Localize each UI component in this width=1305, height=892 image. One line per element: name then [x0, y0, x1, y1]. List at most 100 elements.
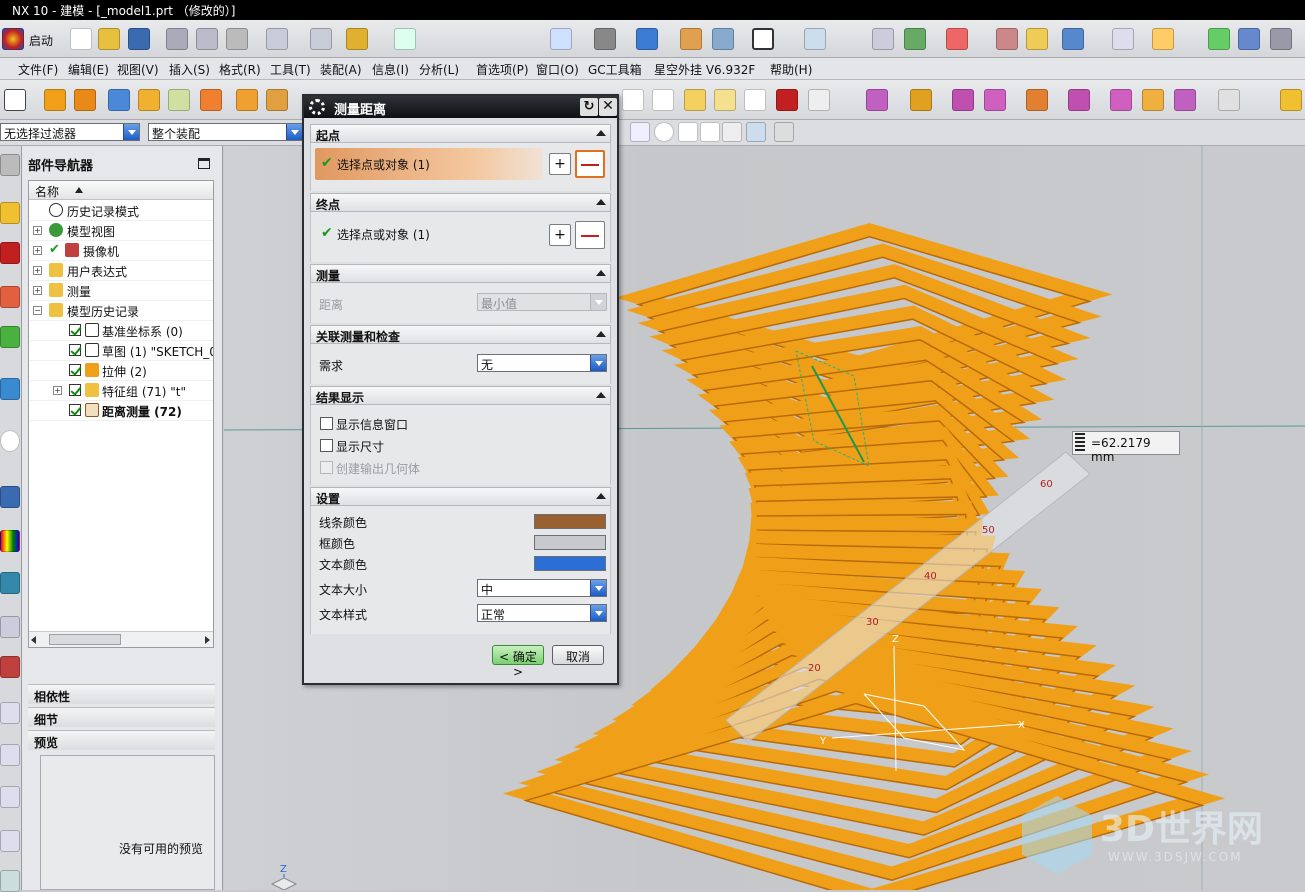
start-button[interactable]: 启动 — [2, 28, 64, 50]
component-icon-10[interactable] — [1218, 89, 1240, 111]
dependencies-section[interactable]: 相依性 — [28, 684, 215, 704]
visibility-checkbox[interactable] — [69, 384, 81, 396]
frame-color-swatch[interactable] — [534, 535, 606, 550]
settings-header[interactable]: 设置 — [310, 487, 611, 506]
layer-icon[interactable] — [872, 28, 894, 50]
expand-icon[interactable]: + — [53, 386, 62, 395]
component-icon-6[interactable] — [1068, 89, 1090, 111]
gear-icon[interactable] — [309, 99, 325, 115]
scroll-thumb[interactable] — [49, 634, 121, 645]
expand-icon[interactable]: + — [33, 246, 42, 255]
triangle-icon[interactable] — [622, 89, 644, 111]
table-icon[interactable] — [652, 89, 674, 111]
component-icon-1[interactable] — [866, 89, 888, 111]
tree-row[interactable]: + 特征组 (71) "t" — [29, 381, 213, 401]
tree-row[interactable]: + ✔ 摄像机 — [29, 241, 213, 261]
visibility-checkbox[interactable] — [69, 364, 81, 376]
expand-icon[interactable]: + — [33, 286, 42, 295]
system-materials-icon[interactable] — [0, 530, 20, 552]
measurement-readout[interactable]: =62.2179 mm — [1072, 431, 1180, 464]
wcs-icon[interactable] — [904, 28, 926, 50]
tree-row[interactable]: 拉伸 (2) — [29, 361, 213, 381]
start-point-header[interactable]: 起点 — [310, 124, 611, 143]
text-style-dropdown[interactable]: 正常 — [477, 604, 607, 622]
visibility-checkbox[interactable] — [69, 404, 81, 416]
menu-assembly[interactable]: 装配(A) — [320, 61, 362, 78]
manufacturing-wizard-icon[interactable] — [0, 656, 20, 678]
layout-icon-1[interactable] — [0, 702, 20, 724]
create-geom-checkbox[interactable] — [320, 461, 333, 474]
component-icon-7[interactable] — [1110, 89, 1132, 111]
web-browser-icon[interactable] — [0, 378, 20, 400]
shaded-icon[interactable] — [636, 28, 658, 50]
extrude-icon[interactable] — [44, 89, 66, 111]
menu-format[interactable]: 格式(R) — [219, 61, 261, 78]
history-icon[interactable] — [0, 430, 20, 452]
snap-point-icon[interactable] — [700, 122, 720, 142]
menu-plugin[interactable]: 星空外挂 V6.932F — [654, 61, 755, 78]
menu-window[interactable]: 窗口(O) — [536, 61, 579, 78]
assembly-navigator-icon[interactable] — [0, 202, 20, 224]
layout-icon-5[interactable] — [0, 870, 20, 892]
snap-point-icon[interactable] — [575, 150, 605, 178]
orient-icon[interactable] — [804, 28, 826, 50]
maximize-icon[interactable] — [198, 158, 210, 169]
menu-tools[interactable]: 工具(T) — [270, 61, 311, 78]
horizontal-scrollbar[interactable] — [29, 631, 213, 647]
point-dialog-icon[interactable]: + — [549, 153, 571, 175]
distance-dropdown[interactable]: 最小值 — [477, 293, 607, 311]
copy-icon[interactable] — [196, 28, 218, 50]
scroll-left-icon[interactable] — [31, 636, 36, 644]
window-icon[interactable] — [1270, 28, 1292, 50]
tree-row[interactable]: + 模型视图 — [29, 221, 213, 241]
fit-view-icon[interactable] — [550, 28, 572, 50]
block-icon[interactable] — [108, 89, 130, 111]
measure-header[interactable]: 测量 — [310, 264, 611, 283]
component-icon-3[interactable] — [952, 89, 974, 111]
check-icon[interactable] — [1208, 28, 1230, 50]
reuse-library-icon[interactable] — [0, 326, 20, 348]
selection-filter-dropdown[interactable]: 无选择过滤器 — [0, 123, 140, 141]
menu-preferences[interactable]: 首选项(P) — [476, 61, 529, 78]
line-color-swatch[interactable] — [534, 514, 606, 529]
unite-icon[interactable] — [200, 89, 222, 111]
requirement-dropdown[interactable]: 无 — [477, 354, 607, 372]
preview-section[interactable]: 预览 — [28, 730, 215, 750]
open-icon[interactable] — [98, 28, 120, 50]
tree-row[interactable]: − 模型历史记录 — [29, 301, 213, 321]
point-dialog-icon[interactable]: + — [549, 224, 571, 246]
part-navigator-icon[interactable] — [0, 286, 20, 308]
tree-row[interactable]: 距离测量 (72) — [29, 401, 213, 421]
undo-icon[interactable] — [266, 28, 288, 50]
tree-row[interactable]: 基准坐标系 (0) — [29, 321, 213, 341]
snap-quadrant-icon[interactable] — [678, 122, 698, 142]
sketch-icon[interactable] — [4, 89, 26, 111]
text-size-dropdown[interactable]: 中 — [477, 579, 607, 597]
show-info-checkbox[interactable] — [320, 417, 333, 430]
tree-row[interactable]: 历史记录模式 — [29, 201, 213, 221]
new-icon[interactable] — [70, 28, 92, 50]
role-icon[interactable] — [0, 572, 20, 594]
menu-gc-toolbox[interactable]: GC工具箱 — [588, 61, 642, 78]
component-icon-9[interactable] — [1174, 89, 1196, 111]
menu-analysis[interactable]: 分析(L) — [419, 61, 459, 78]
layout-icon-2[interactable] — [0, 744, 20, 766]
ok-button[interactable]: < 确定 > — [492, 645, 544, 679]
measure-icon[interactable] — [1152, 28, 1174, 50]
end-point-selector[interactable]: ✔ 选择点或对象 (1) — [315, 220, 543, 248]
render-style-icon[interactable] — [594, 28, 616, 50]
component-icon-11[interactable] — [1280, 89, 1302, 111]
cancel-button[interactable]: 取消 — [552, 645, 604, 665]
layout-icon-4[interactable] — [0, 830, 20, 852]
twisted-frame-model[interactable] — [502, 222, 1226, 890]
constraint-navigator-icon[interactable] — [0, 242, 20, 264]
tree-row[interactable]: + 用户表达式 — [29, 261, 213, 281]
menu-edit[interactable]: 编辑(E) — [68, 61, 109, 78]
result-header[interactable]: 结果显示 — [310, 386, 611, 405]
info-icon[interactable] — [394, 28, 416, 50]
hole-icon[interactable] — [138, 89, 160, 111]
fit-tolerance-icon[interactable] — [808, 89, 830, 111]
scope-dropdown[interactable]: 整个装配 — [148, 123, 303, 141]
process-studio-icon[interactable] — [0, 616, 20, 638]
menu-view[interactable]: 视图(V) — [117, 61, 159, 78]
